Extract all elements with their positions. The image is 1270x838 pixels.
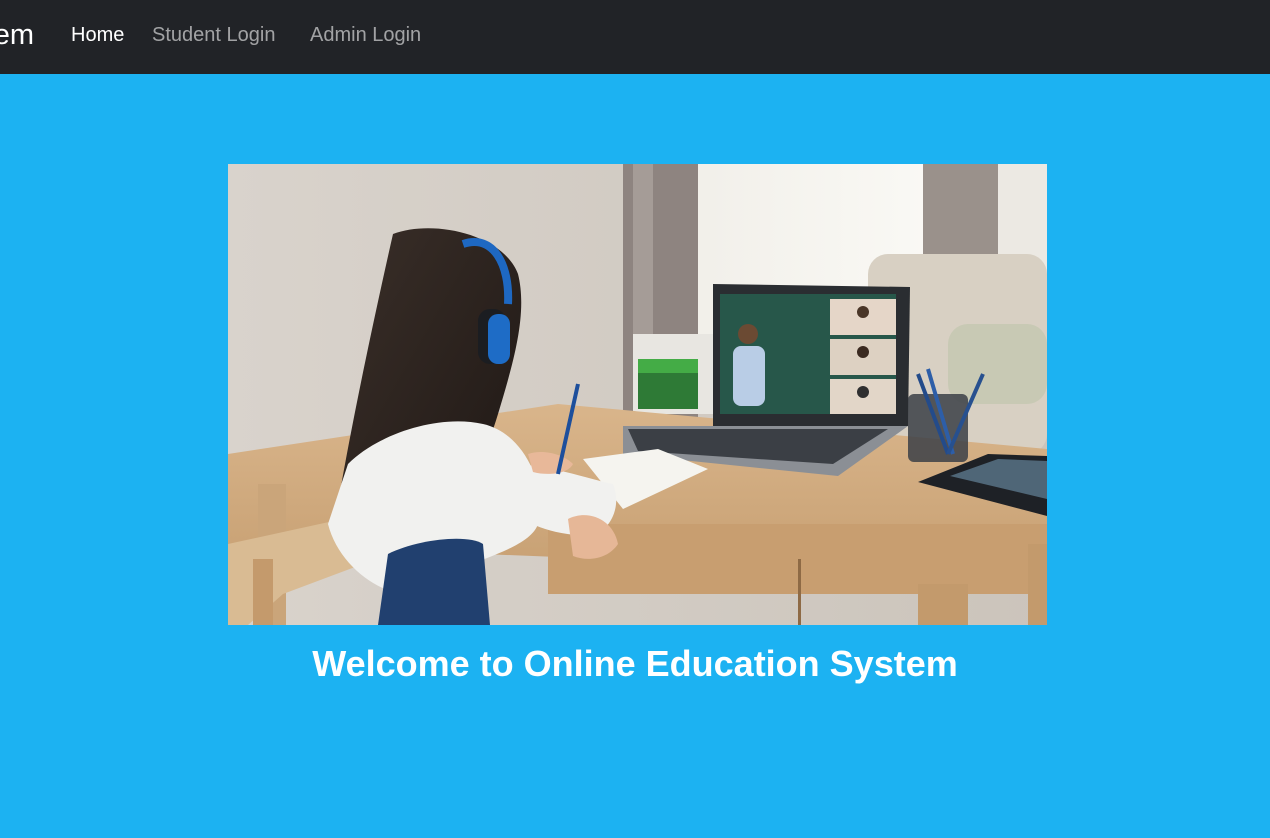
navbar: Online Education System Home Student Log… [0, 0, 1270, 74]
navbar-brand[interactable]: Online Education System [0, 17, 34, 53]
hero-image [228, 164, 1047, 625]
nav-link-student-login[interactable]: Student Login [152, 23, 275, 47]
hero-photo-illustration [228, 164, 1047, 625]
nav-link-admin-login[interactable]: Admin Login [310, 23, 421, 47]
welcome-heading: Welcome to Online Education System [312, 643, 958, 684]
nav-link-home[interactable]: Home [71, 23, 124, 47]
